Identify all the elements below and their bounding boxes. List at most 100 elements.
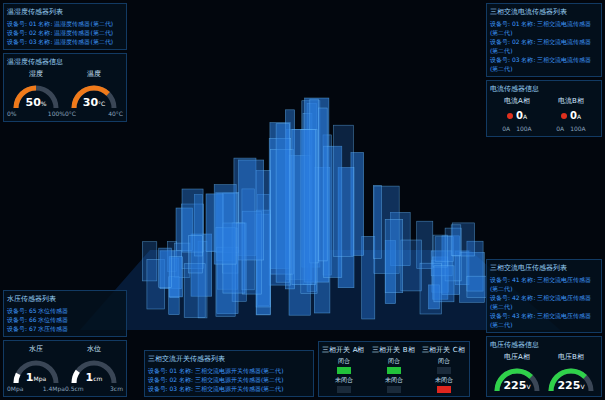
open-indicator <box>387 386 401 393</box>
voltage-info: 电压传感器信息电压A相225V 电压B相 225V <box>486 336 602 397</box>
scale-max: 100A <box>516 125 532 133</box>
list-row: 设备号: 01 名称: 温湿度传感器(第二代) <box>7 19 123 28</box>
unit: V <box>580 383 584 390</box>
open-text: 未闭合 <box>335 376 353 384</box>
switch-label: 三相开关 C相 <box>422 345 464 355</box>
current-info: 电流传感器信息电流A相 0A 0A100A 电流B相 0A 0A 100A <box>486 80 602 137</box>
gauge-fill <box>16 363 56 383</box>
list-row: 设备号: 43 名称: 三相交流电压传感器(第二代) <box>490 311 598 329</box>
building <box>292 129 316 284</box>
gauge-dial: 50% <box>10 80 62 110</box>
gauge-track <box>16 88 56 108</box>
closed-text: 闭合 <box>338 357 350 365</box>
switch: 三相开关 A相闭合未闭合 <box>322 345 366 393</box>
gauge-scale: 0%100% <box>7 110 65 118</box>
building <box>189 236 203 273</box>
scale-min: 0Mpa <box>7 385 23 393</box>
center-column: 三相交流开关传感器列表设备号: 01 名称: 三相交流电源开关传感器(第二代)设… <box>130 0 483 400</box>
unit: V <box>526 383 530 390</box>
building <box>401 240 422 291</box>
building <box>373 185 381 258</box>
left-bottom: 水压传感器列表设备号: 65 水位传感器设备号: 66 水位传感器设备号: 67… <box>3 290 127 397</box>
gauge-track <box>74 88 114 108</box>
temp-humidity-list: 温湿度传感器列表设备号: 01 名称: 温湿度传感器(第二代)设备号: 02 名… <box>3 3 127 50</box>
gauge-value: 1cm <box>68 370 120 385</box>
water-list: 水压传感器列表设备号: 65 水位传感器设备号: 66 水位传感器设备号: 67… <box>3 290 127 337</box>
gauge-value: 50% <box>10 95 62 110</box>
reading-label: 电流A相 <box>504 96 530 106</box>
gauge-track <box>497 371 537 391</box>
gauge: 湿度50%0%100% <box>7 69 65 118</box>
list-row: 设备号: 42 名称: 三相交流电压传感器(第二代) <box>490 293 598 311</box>
panel-title: 电压传感器信息 <box>490 340 598 350</box>
reading-scale: 0A 100A <box>556 125 585 133</box>
building <box>334 125 354 256</box>
panel-title: 水压传感器列表 <box>7 294 123 304</box>
gauge-dial: 1Mpa <box>10 355 62 385</box>
left-top: 温湿度传感器列表设备号: 01 名称: 温湿度传感器(第二代)设备号: 02 名… <box>3 3 127 122</box>
open-indicator <box>437 386 451 393</box>
gauge-color <box>16 363 56 383</box>
building <box>452 223 474 256</box>
switch: 三相开关 C相闭合未闭合 <box>422 345 466 393</box>
panel-title: 三相交流开关传感器列表 <box>148 354 310 364</box>
gauge-row: 电压A相225V 电压B相 225V <box>490 352 598 393</box>
building <box>159 248 172 287</box>
list-row: 设备号: 66 水位传感器 <box>7 315 123 324</box>
current-list: 三相交流电流传感器列表设备号: 01 名称: 三相交流电流传感器(第二代)设备号… <box>486 3 602 77</box>
gauge-scale: 0.5cm3cm <box>65 385 123 393</box>
closed-text: 闭合 <box>388 357 400 365</box>
gauge-value: 225V <box>545 378 597 393</box>
open-indicator <box>337 386 351 393</box>
water-gauges: 水压1Mpa0Mpa1.4Mpa水位1cm0.5cm3cm <box>3 340 127 397</box>
gauge-track <box>16 363 56 383</box>
scale-max: 1.4Mpa <box>43 385 65 393</box>
reading-scale: 0A100A <box>502 125 531 133</box>
value: 30 <box>83 96 98 109</box>
gauge-color <box>74 88 114 108</box>
scale-min: 0A <box>556 125 564 133</box>
temp-humidity-info: 温湿度传感器信息湿度50%0%100%温度30°C0°C40°C <box>3 53 127 122</box>
scale-max: 100A <box>570 125 586 133</box>
reading-value: 0A <box>561 108 581 123</box>
right-top: 三相交流电流传感器列表设备号: 01 名称: 三相交流电流传感器(第二代)设备号… <box>486 3 602 137</box>
current-reading: 电流A相 0A 0A100A <box>502 96 531 133</box>
gauge-row: 湿度50%0%100% 温度30°C0°C40°C <box>7 69 123 118</box>
scale-min: 0% <box>7 110 17 118</box>
closed-text: 闭合 <box>438 357 450 365</box>
reading-label: 电流B相 <box>558 96 584 106</box>
gauge-color <box>16 88 56 108</box>
value-group: 0A <box>516 108 527 123</box>
gauge: 电压A相225V <box>491 352 543 393</box>
switch-states: 三相开关 A相闭合未闭合三相开关 B相闭合未闭合三相开关 C相闭合未闭合 <box>318 341 470 397</box>
panel-title: 电流传感器信息 <box>490 84 598 94</box>
gauge-label: 水位 <box>87 344 101 354</box>
switch-label: 三相开关 B相 <box>372 345 414 355</box>
open-text: 未闭合 <box>385 376 403 384</box>
building <box>318 108 327 261</box>
open-text: 未闭合 <box>435 376 453 384</box>
gauge-color <box>551 371 591 391</box>
building <box>451 225 461 256</box>
value: 1 <box>86 371 94 384</box>
gauge-label: 电压B相 <box>558 352 584 362</box>
status-dot <box>561 113 567 119</box>
gauge: 电压B相 225V <box>545 352 597 393</box>
gauge-dial: 30°C <box>68 80 120 110</box>
switch-list: 三相交流开关传感器列表设备号: 01 名称: 三相交流电源开关传感器(第二代)设… <box>144 350 314 397</box>
gauge-scale: 0°C40°C <box>65 110 123 118</box>
unit: A <box>523 113 527 120</box>
closed-indicator <box>387 367 401 374</box>
scale-max: 3cm <box>110 385 123 393</box>
gauge-color <box>74 363 114 383</box>
scale-max: 40°C <box>108 110 123 118</box>
list-row: 设备号: 02 名称: 三相交流电流传感器(第二代) <box>490 37 598 55</box>
gauge-fill <box>497 371 537 391</box>
panel-title: 三相交流电流传感器列表 <box>490 7 598 17</box>
gauge-fill <box>551 371 591 391</box>
gauge-label: 温度 <box>87 69 101 79</box>
gauge-value: 1Mpa <box>10 370 62 385</box>
panel-title: 三相交流电压传感器列表 <box>490 263 598 273</box>
gauge-row: 水压1Mpa0Mpa1.4Mpa水位1cm0.5cm3cm <box>7 344 123 393</box>
current-reading: 电流B相 0A 0A 100A <box>556 96 585 133</box>
